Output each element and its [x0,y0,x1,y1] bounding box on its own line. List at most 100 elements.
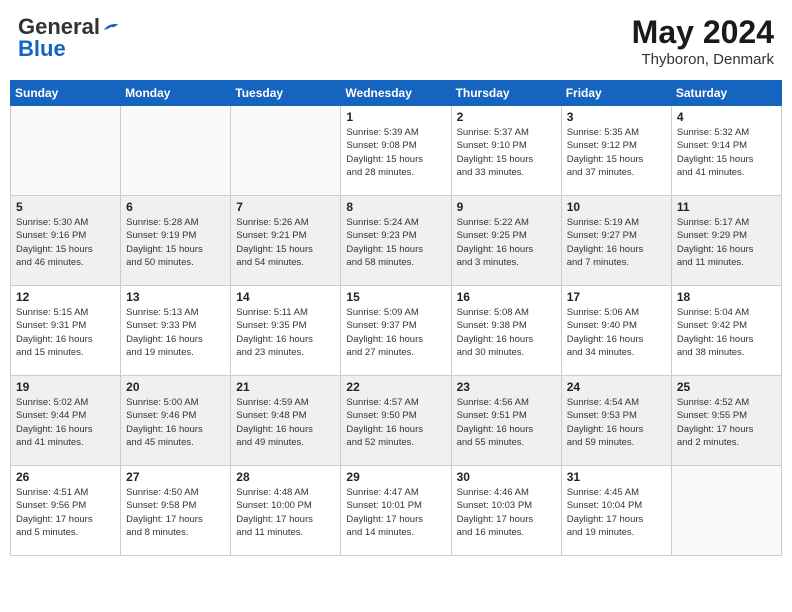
table-row: 15 Sunrise: 5:09 AM Sunset: 9:37 PM Dayli… [341,286,451,376]
table-row: 25 Sunrise: 4:52 AM Sunset: 9:55 PM Dayli… [671,376,781,466]
table-row: 23 Sunrise: 4:56 AM Sunset: 9:51 PM Dayli… [451,376,561,466]
logo-bird-icon [102,20,120,34]
day-number: 1 [346,110,445,124]
day-number: 31 [567,470,666,484]
day-number: 6 [126,200,225,214]
table-row: 5 Sunrise: 5:30 AM Sunset: 9:16 PM Daylig… [11,196,121,286]
day-number: 28 [236,470,335,484]
day-number: 19 [16,380,115,394]
table-row: 4 Sunrise: 5:32 AM Sunset: 9:14 PM Daylig… [671,106,781,196]
table-row: 28 Sunrise: 4:48 AM Sunset: 10:00 PM Dayl… [231,466,341,556]
day-info: Sunrise: 4:59 AM Sunset: 9:48 PM Dayligh… [236,396,335,449]
col-wednesday: Wednesday [341,81,451,106]
day-info: Sunrise: 5:28 AM Sunset: 9:19 PM Dayligh… [126,216,225,269]
day-number: 25 [677,380,776,394]
calendar-table: Sunday Monday Tuesday Wednesday Thursday… [10,80,782,556]
table-row: 20 Sunrise: 5:00 AM Sunset: 9:46 PM Dayli… [121,376,231,466]
table-row: 3Sunrise: 5:35 AM Sunset: 9:12 PM Daylig… [561,106,671,196]
day-number: 22 [346,380,445,394]
day-number: 20 [126,380,225,394]
day-number: 15 [346,290,445,304]
day-info: Sunrise: 5:17 AM Sunset: 9:29 PM Dayligh… [677,216,776,269]
logo-blue: Blue [18,36,66,62]
day-info: Sunrise: 4:51 AM Sunset: 9:56 PM Dayligh… [16,486,115,539]
col-monday: Monday [121,81,231,106]
calendar-week-row: 1 Sunrise: 5:39 AM Sunset: 9:08 PM Daylig… [11,106,782,196]
weekday-header-row: Sunday Monday Tuesday Wednesday Thursday… [11,81,782,106]
table-row: 18Sunrise: 5:04 AM Sunset: 9:42 PM Dayli… [671,286,781,376]
col-saturday: Saturday [671,81,781,106]
day-info: Sunrise: 5:32 AM Sunset: 9:14 PM Dayligh… [677,126,776,179]
table-row: 27Sunrise: 4:50 AM Sunset: 9:58 PM Dayli… [121,466,231,556]
day-info: Sunrise: 5:08 AM Sunset: 9:38 PM Dayligh… [457,306,556,359]
calendar-week-row: 26 Sunrise: 4:51 AM Sunset: 9:56 PM Dayli… [11,466,782,556]
col-thursday: Thursday [451,81,561,106]
day-number: 30 [457,470,556,484]
day-info: Sunrise: 4:50 AM Sunset: 9:58 PM Dayligh… [126,486,225,539]
day-info: Sunrise: 4:47 AM Sunset: 10:01 PM Daylig… [346,486,445,539]
day-info: Sunrise: 4:48 AM Sunset: 10:00 PM Daylig… [236,486,335,539]
day-info: Sunrise: 5:37 AM Sunset: 9:10 PM Dayligh… [457,126,556,179]
day-info: Sunrise: 5:02 AM Sunset: 9:44 PM Dayligh… [16,396,115,449]
table-row: 12Sunrise: 5:15 AM Sunset: 9:31 PM Dayli… [11,286,121,376]
calendar-week-row: 12Sunrise: 5:15 AM Sunset: 9:31 PM Dayli… [11,286,782,376]
table-row: 16 Sunrise: 5:08 AM Sunset: 9:38 PM Dayli… [451,286,561,376]
day-info: Sunrise: 5:13 AM Sunset: 9:33 PM Dayligh… [126,306,225,359]
day-number: 8 [346,200,445,214]
day-number: 5 [16,200,115,214]
table-row: 13Sunrise: 5:13 AM Sunset: 9:33 PM Dayli… [121,286,231,376]
table-row: 14 Sunrise: 5:11 AM Sunset: 9:35 PM Dayli… [231,286,341,376]
day-number: 26 [16,470,115,484]
day-number: 7 [236,200,335,214]
day-info: Sunrise: 5:11 AM Sunset: 9:35 PM Dayligh… [236,306,335,359]
day-number: 4 [677,110,776,124]
table-row: 29 Sunrise: 4:47 AM Sunset: 10:01 PM Dayl… [341,466,451,556]
day-number: 18 [677,290,776,304]
table-row: 21 Sunrise: 4:59 AM Sunset: 9:48 PM Dayli… [231,376,341,466]
table-row: 30 Sunrise: 4:46 AM Sunset: 10:03 PM Dayl… [451,466,561,556]
table-row [121,106,231,196]
day-info: Sunrise: 5:30 AM Sunset: 9:16 PM Dayligh… [16,216,115,269]
day-info: Sunrise: 5:26 AM Sunset: 9:21 PM Dayligh… [236,216,335,269]
calendar-week-row: 19 Sunrise: 5:02 AM Sunset: 9:44 PM Dayli… [11,376,782,466]
logo: General Blue [18,14,120,62]
table-row: 22 Sunrise: 4:57 AM Sunset: 9:50 PM Dayli… [341,376,451,466]
title-block: May 2024 Thyboron, Denmark [632,14,774,68]
day-info: Sunrise: 5:19 AM Sunset: 9:27 PM Dayligh… [567,216,666,269]
table-row [671,466,781,556]
page-header: General Blue May 2024 Thyboron, Denmark [10,10,782,72]
day-info: Sunrise: 5:24 AM Sunset: 9:23 PM Dayligh… [346,216,445,269]
table-row: 31Sunrise: 4:45 AM Sunset: 10:04 PM Dayl… [561,466,671,556]
day-number: 21 [236,380,335,394]
day-info: Sunrise: 4:57 AM Sunset: 9:50 PM Dayligh… [346,396,445,449]
day-number: 14 [236,290,335,304]
table-row [11,106,121,196]
table-row: 11 Sunrise: 5:17 AM Sunset: 9:29 PM Dayli… [671,196,781,286]
day-number: 3 [567,110,666,124]
table-row [231,106,341,196]
day-number: 9 [457,200,556,214]
calendar-week-row: 5 Sunrise: 5:30 AM Sunset: 9:16 PM Daylig… [11,196,782,286]
day-info: Sunrise: 5:00 AM Sunset: 9:46 PM Dayligh… [126,396,225,449]
calendar-location: Thyboron, Denmark [632,51,774,68]
day-info: Sunrise: 4:46 AM Sunset: 10:03 PM Daylig… [457,486,556,539]
day-number: 23 [457,380,556,394]
day-info: Sunrise: 5:39 AM Sunset: 9:08 PM Dayligh… [346,126,445,179]
table-row: 6 Sunrise: 5:28 AM Sunset: 9:19 PM Daylig… [121,196,231,286]
day-number: 11 [677,200,776,214]
day-number: 10 [567,200,666,214]
table-row: 9 Sunrise: 5:22 AM Sunset: 9:25 PM Daylig… [451,196,561,286]
day-number: 2 [457,110,556,124]
day-info: Sunrise: 4:52 AM Sunset: 9:55 PM Dayligh… [677,396,776,449]
day-number: 16 [457,290,556,304]
table-row: 24Sunrise: 4:54 AM Sunset: 9:53 PM Dayli… [561,376,671,466]
table-row: 2 Sunrise: 5:37 AM Sunset: 9:10 PM Daylig… [451,106,561,196]
day-info: Sunrise: 4:56 AM Sunset: 9:51 PM Dayligh… [457,396,556,449]
day-info: Sunrise: 5:09 AM Sunset: 9:37 PM Dayligh… [346,306,445,359]
table-row: 26 Sunrise: 4:51 AM Sunset: 9:56 PM Dayli… [11,466,121,556]
day-number: 12 [16,290,115,304]
day-number: 17 [567,290,666,304]
day-number: 29 [346,470,445,484]
day-info: Sunrise: 5:22 AM Sunset: 9:25 PM Dayligh… [457,216,556,269]
col-friday: Friday [561,81,671,106]
